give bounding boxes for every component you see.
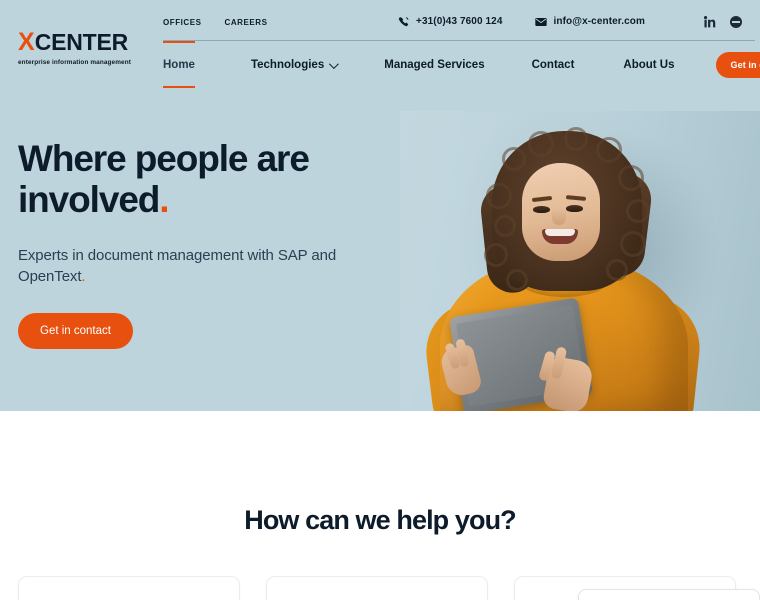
help-card[interactable] [266,576,488,600]
help-section: How can we help you? [0,411,760,600]
nav-item-home-label: Home [163,59,195,71]
nav-get-in-contact-button[interactable]: Get in contact [715,52,760,78]
help-section-title: How can we help you? [244,505,516,535]
linkedin-icon[interactable] [704,16,716,28]
utility-contact-group: +31(0)43 7600 124 info@x-center.com [398,16,645,27]
nav-item-technologies-label: Technologies [250,59,325,71]
hero-copy: Where people are involved. Experts in do… [18,138,398,350]
phone-number: +31(0)43 7600 124 [416,16,503,27]
person-hair-curls [480,127,656,297]
hero-title-line-2: involved [18,179,160,221]
logo-wordmark: X CENTER [18,30,152,55]
hero-title-accent-dot: . [159,179,169,221]
hero-get-in-contact-button[interactable]: Get in contact [18,313,133,350]
phone-icon [398,17,409,27]
hero-subtitle-text: Experts in document management with SAP … [18,246,337,286]
utility-link-careers[interactable]: CAREERS [225,18,268,27]
phone-contact[interactable]: +31(0)43 7600 124 [398,16,503,27]
logo-tagline: enterprise information management [18,59,131,66]
envelope-icon [534,17,547,26]
hero-title-line-1: Where people are [18,138,310,179]
social-circle-icon[interactable] [730,16,742,28]
utility-links: OFFICES CAREERS [163,18,268,27]
hero-title: Where people are involved. [18,138,398,221]
nav-item-about-us-label: About Us [623,59,675,71]
chevron-down-icon [329,58,340,69]
email-contact[interactable]: info@x-center.com [534,16,645,27]
site-logo[interactable]: X CENTER enterprise information manageme… [18,30,152,67]
help-card-overlay-panel[interactable] [578,589,760,600]
nav-item-about-us[interactable]: About Us [623,48,674,82]
help-card[interactable] [18,576,240,600]
hero-subtitle: Experts in document management with SAP … [18,245,363,288]
logo-text: CENTER [34,29,129,55]
hero-subtitle-accent-dot: . [81,268,86,286]
nav-item-home[interactable]: Home [163,41,195,88]
nav-item-managed-services[interactable]: Managed Services [384,48,484,82]
nav-item-technologies[interactable]: Technologies [250,48,340,82]
main-navigation: Home Technologies Managed Services Conta… [163,41,760,88]
nav-item-managed-services-label: Managed Services [384,59,485,71]
hero-image [400,111,760,411]
page-root: OFFICES CAREERS +31(0)43 7600 124 info@x… [0,0,760,600]
utility-link-offices[interactable]: OFFICES [163,18,202,27]
hero-section: OFFICES CAREERS +31(0)43 7600 124 info@x… [0,0,760,411]
social-links [704,16,742,28]
nav-item-contact-label: Contact [531,59,575,71]
nav-item-contact[interactable]: Contact [532,48,575,82]
nav-divider [163,40,755,41]
email-address: info@x-center.com [553,16,645,27]
logo-x-mark: X [18,28,35,56]
